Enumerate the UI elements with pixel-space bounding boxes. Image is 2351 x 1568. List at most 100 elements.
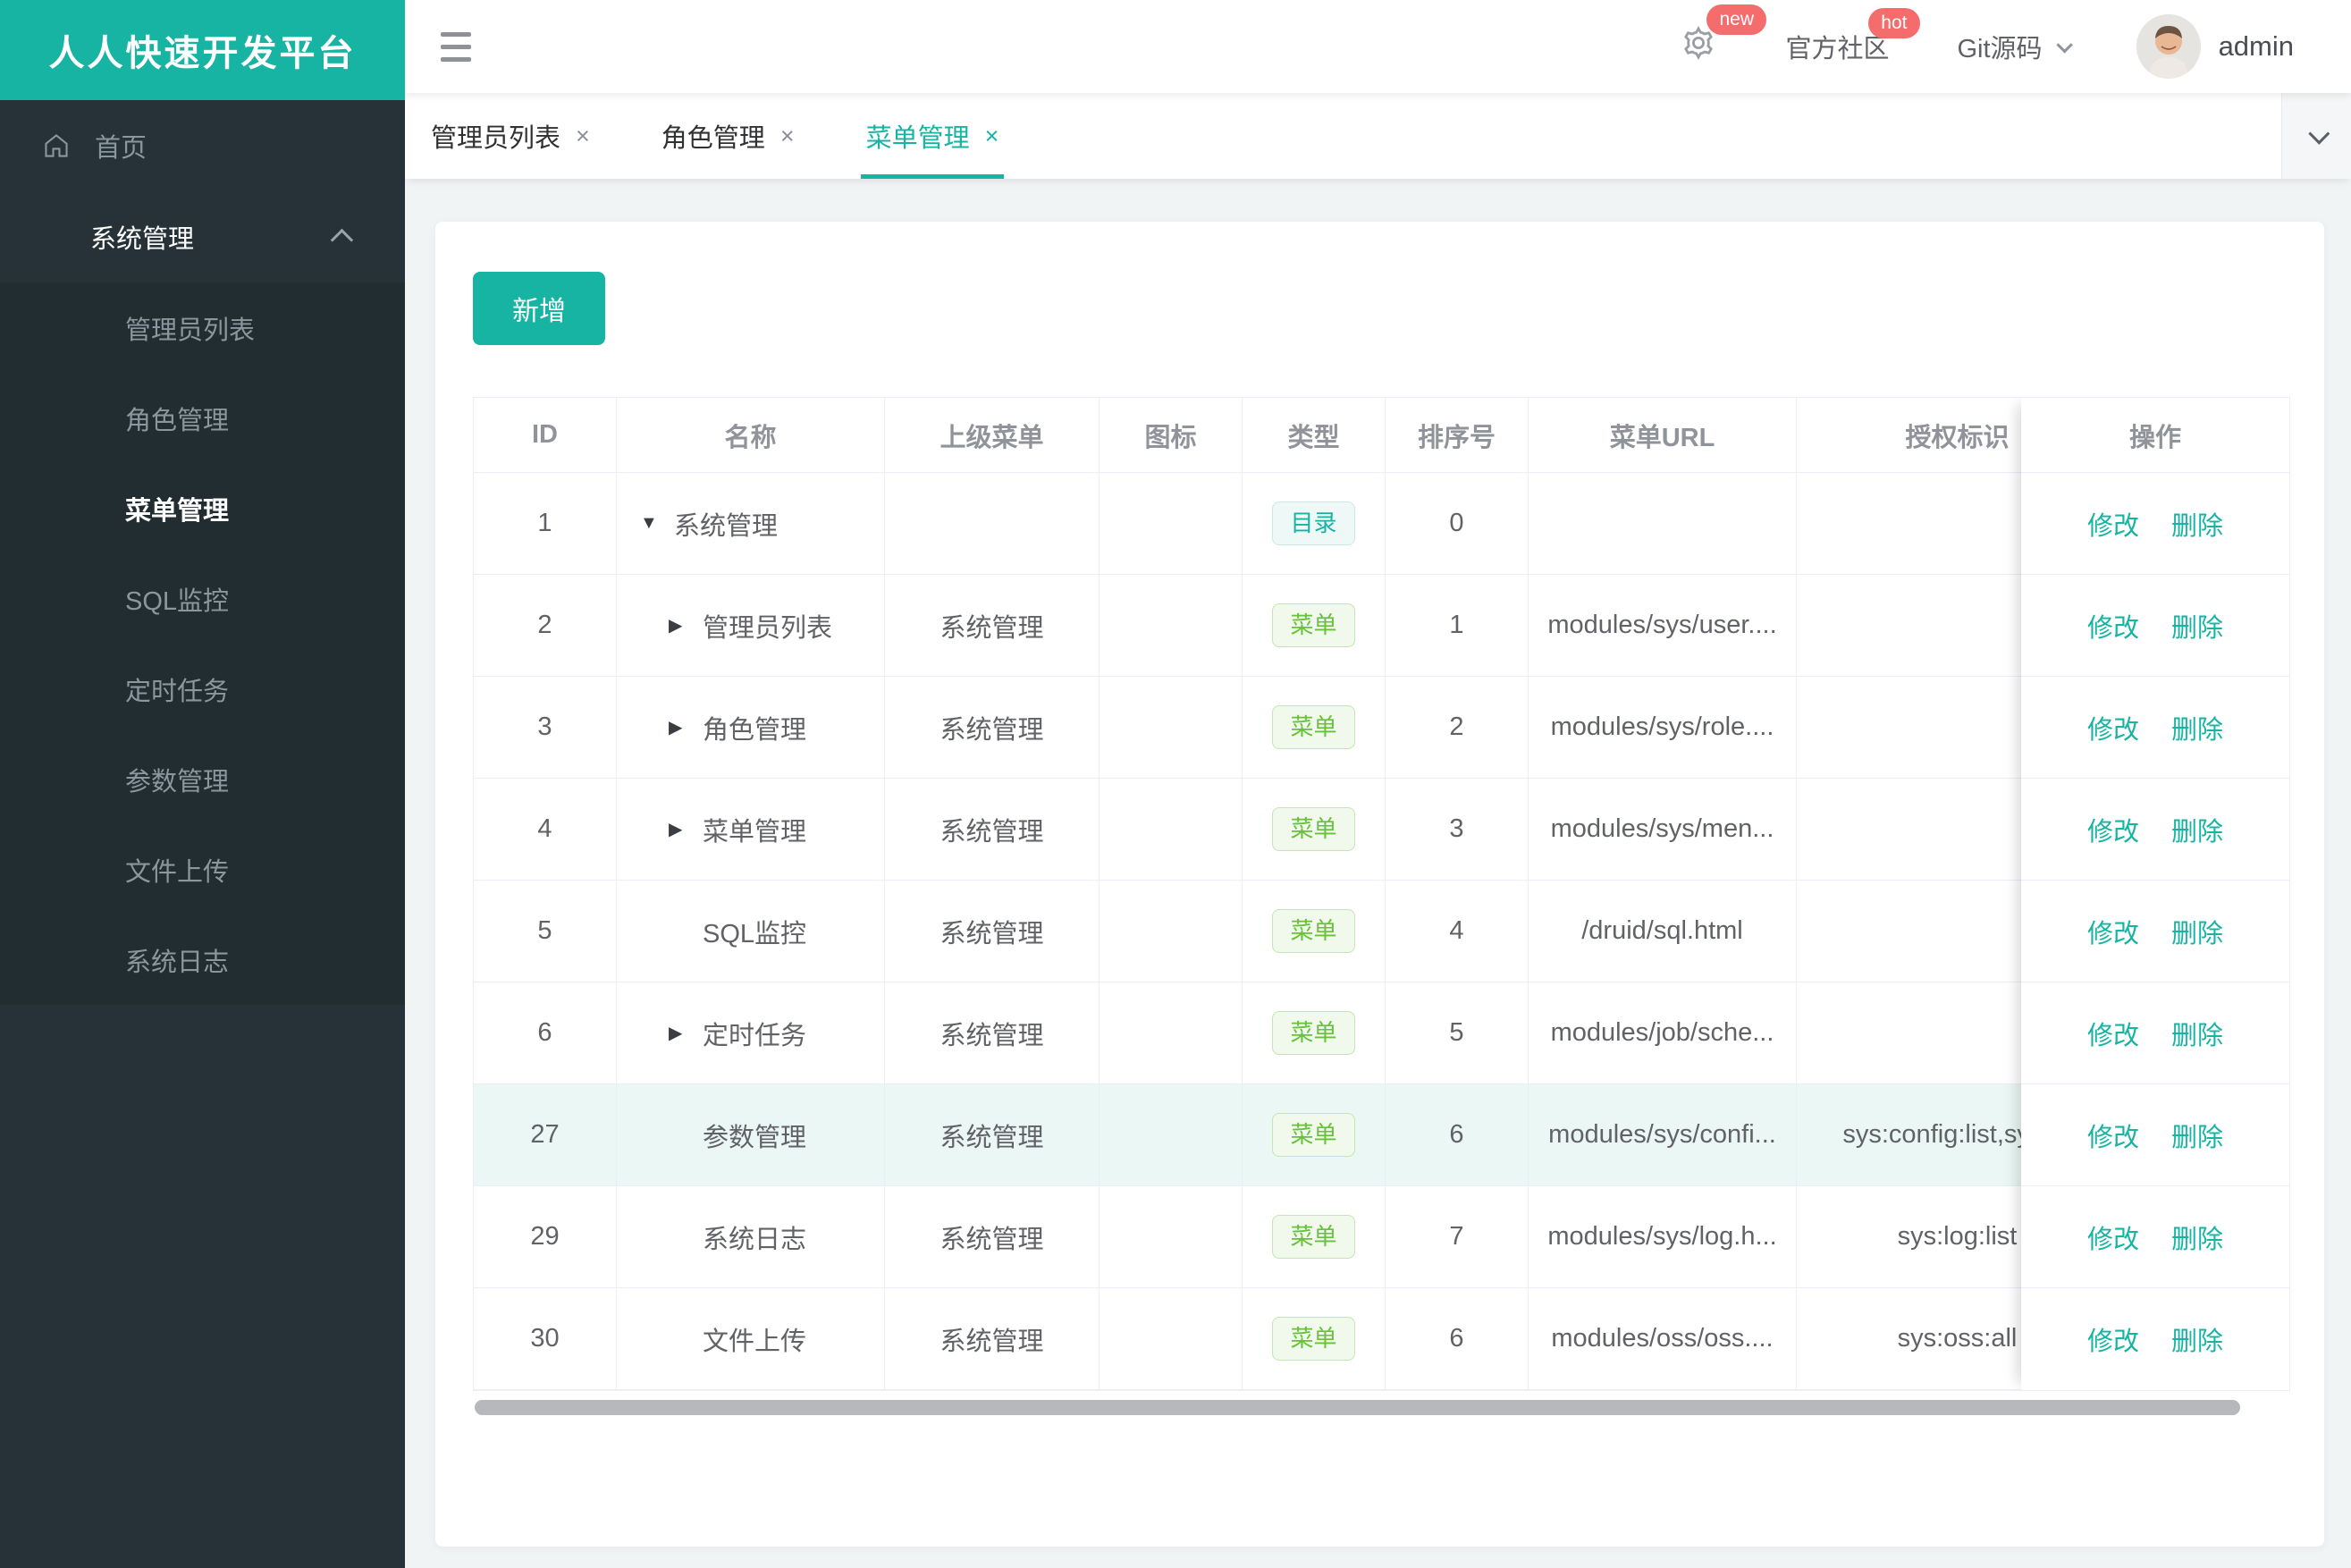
col-header-actions: 操作 <box>2021 398 2289 473</box>
table-row[interactable]: 3 ▶ 角色管理 系统管理 菜单 2 modules/sys/role.... <box>474 677 2289 779</box>
delete-link[interactable]: 删除 <box>2171 505 2223 543</box>
type-badge: 菜单 <box>1272 806 1355 852</box>
col-header-icon: 图标 <box>1100 398 1243 472</box>
git-source-label: Git源码 <box>1957 35 2043 63</box>
delete-link[interactable]: 删除 <box>2171 913 2223 950</box>
row-actions: 修改 删除 <box>2021 473 2289 575</box>
sidebar-toggle-icon[interactable] <box>441 31 471 62</box>
row-actions: 修改 删除 <box>2021 881 2289 982</box>
delete-link[interactable]: 删除 <box>2171 1320 2223 1358</box>
edit-link[interactable]: 修改 <box>2087 505 2139 543</box>
delete-link[interactable]: 删除 <box>2171 1117 2223 1154</box>
delete-link[interactable]: 删除 <box>2171 607 2223 645</box>
edit-link[interactable]: 修改 <box>2087 1015 2139 1052</box>
col-header-order: 排序号 <box>1386 398 1529 472</box>
sidebar-item-param-mgmt[interactable]: 参数管理 <box>0 734 405 824</box>
type-badge: 菜单 <box>1272 908 1355 954</box>
sidebar-item-home[interactable]: 首页 <box>0 100 405 191</box>
avatar[interactable] <box>2136 14 2201 79</box>
col-header-parent: 上级菜单 <box>885 398 1100 472</box>
col-header-type: 类型 <box>1243 398 1386 472</box>
menu-table: ID 名称 上级菜单 图标 类型 排序号 菜单URL 授权标识 1 ▼系统管理 <box>473 397 2290 1415</box>
topbar-right: new 官方社区 hot Git源码 admin <box>1612 4 2294 79</box>
sidebar-item-admin-list[interactable]: 管理员列表 <box>0 282 405 373</box>
new-badge: new <box>1706 4 1767 35</box>
app-logo: 人人快速开发平台 <box>0 0 405 100</box>
main-area: new 官方社区 hot Git源码 admin 管理员列表 × 角色管理 × … <box>405 0 2351 1568</box>
delete-link[interactable]: 删除 <box>2171 1218 2223 1256</box>
tabs-dropdown-button[interactable] <box>2281 93 2351 179</box>
add-button[interactable]: 新增 <box>473 272 605 345</box>
sidebar-submenu: 管理员列表 角色管理 菜单管理 SQL监控 定时任务 参数管理 文件上传 系统日… <box>0 282 405 1005</box>
row-actions: 修改 删除 <box>2021 1186 2289 1288</box>
edit-link[interactable]: 修改 <box>2087 709 2139 746</box>
col-header-name: 名称 <box>617 398 885 472</box>
sidebar-group-label: 系统管理 <box>90 225 195 254</box>
expand-icon[interactable]: ▶ <box>669 818 703 840</box>
table-row[interactable]: 6 ▶ 定时任务 系统管理 菜单 5 modules/job/sche... <box>474 982 2289 1084</box>
sidebar-item-role-mgmt[interactable]: 角色管理 <box>0 373 405 463</box>
git-source-menu[interactable]: Git源码 <box>1957 28 2073 65</box>
edit-link[interactable]: 修改 <box>2087 1218 2139 1256</box>
tab-menu-mgmt[interactable]: 菜单管理 × <box>860 93 1005 179</box>
delete-link[interactable]: 删除 <box>2171 811 2223 848</box>
chevron-down-icon <box>2055 36 2073 54</box>
type-badge: 菜单 <box>1272 1010 1355 1056</box>
edit-link[interactable]: 修改 <box>2087 607 2139 645</box>
username: admin <box>2218 30 2294 62</box>
expand-icon[interactable]: ▶ <box>669 1022 703 1044</box>
table-row[interactable]: 4 ▶ 菜单管理 系统管理 菜单 3 modules/sys/men... <box>474 779 2289 881</box>
edit-link[interactable]: 修改 <box>2087 913 2139 950</box>
type-badge: 菜单 <box>1272 603 1355 648</box>
table-row[interactable]: 1 ▼ 系统管理 目录 0 <box>474 473 2289 575</box>
scrollbar-thumb[interactable] <box>475 1400 2240 1415</box>
row-actions: 修改 删除 <box>2021 677 2289 779</box>
tab-role-mgmt[interactable]: 角色管理 × <box>661 93 795 179</box>
table-grid: ID 名称 上级菜单 图标 类型 排序号 菜单URL 授权标识 1 ▼系统管理 <box>473 397 2290 1391</box>
edit-link[interactable]: 修改 <box>2087 811 2139 848</box>
expand-icon[interactable]: ▶ <box>669 614 703 636</box>
close-icon[interactable]: × <box>985 122 999 150</box>
expand-icon[interactable]: ▶ <box>669 716 703 738</box>
sidebar-item-menu-mgmt[interactable]: 菜单管理 <box>0 463 405 553</box>
table-row[interactable]: 5 SQL监控 系统管理 菜单 4 /druid/sql.html <box>474 881 2289 982</box>
user-menu[interactable]: admin <box>2136 14 2294 79</box>
sidebar: 人人快速开发平台 首页 系统管理 管理员列表 角色管理 菜单管理 SQL监控 定… <box>0 0 405 1568</box>
row-actions: 修改 删除 <box>2021 1288 2289 1390</box>
table-row[interactable]: 2 ▶ 管理员列表 系统管理 菜单 1 modules/sys/user.... <box>474 575 2289 677</box>
close-icon[interactable]: × <box>576 122 590 150</box>
sidebar-home-label: 首页 <box>95 134 147 163</box>
hot-badge: hot <box>1868 8 1920 38</box>
sidebar-group-system[interactable]: 系统管理 <box>0 191 405 282</box>
collapse-icon[interactable]: ▼ <box>640 513 674 534</box>
edit-link[interactable]: 修改 <box>2087 1320 2139 1358</box>
type-badge: 菜单 <box>1272 704 1355 750</box>
close-icon[interactable]: × <box>780 122 795 150</box>
row-actions: 修改 删除 <box>2021 779 2289 881</box>
table-row[interactable]: 30 文件上传 系统管理 菜单 6 modules/oss/oss.... sy… <box>474 1288 2289 1390</box>
tab-admin-list[interactable]: 管理员列表 × <box>431 93 590 179</box>
type-badge: 目录 <box>1272 501 1355 546</box>
delete-link[interactable]: 删除 <box>2171 1015 2223 1052</box>
col-header-url: 菜单URL <box>1529 398 1797 472</box>
type-badge: 菜单 <box>1272 1214 1355 1260</box>
sidebar-item-sql-monitor[interactable]: SQL监控 <box>0 553 405 644</box>
content: 新增 ID 名称 上级菜单 图标 类型 排序号 菜单URL 授权标识 1 ▼ 系… <box>405 179 2351 1568</box>
sidebar-item-file-upload[interactable]: 文件上传 <box>0 824 405 915</box>
chevron-up-icon <box>330 228 354 252</box>
type-badge: 菜单 <box>1272 1112 1355 1158</box>
sidebar-item-scheduled-jobs[interactable]: 定时任务 <box>0 644 405 734</box>
app-title: 人人快速开发平台 <box>48 34 357 73</box>
edit-link[interactable]: 修改 <box>2087 1117 2139 1154</box>
menu-card: 新增 ID 名称 上级菜单 图标 类型 排序号 菜单URL 授权标识 1 ▼ 系… <box>435 222 2324 1547</box>
delete-link[interactable]: 删除 <box>2171 709 2223 746</box>
tabbar: 管理员列表 × 角色管理 × 菜单管理 × <box>405 93 2351 179</box>
community-link[interactable]: 官方社区 hot <box>1785 8 1920 65</box>
table-row-selected[interactable]: 27 参数管理 系统管理 菜单 6 modules/sys/confi... s… <box>474 1084 2289 1186</box>
col-header-id: ID <box>474 398 617 472</box>
row-actions: 修改 删除 <box>2021 575 2289 677</box>
sidebar-item-system-log[interactable]: 系统日志 <box>0 915 405 1005</box>
table-row[interactable]: 29 系统日志 系统管理 菜单 7 modules/sys/log.h... s… <box>474 1186 2289 1288</box>
horizontal-scrollbar <box>473 1400 2290 1415</box>
settings-button[interactable]: new <box>1680 4 1767 69</box>
